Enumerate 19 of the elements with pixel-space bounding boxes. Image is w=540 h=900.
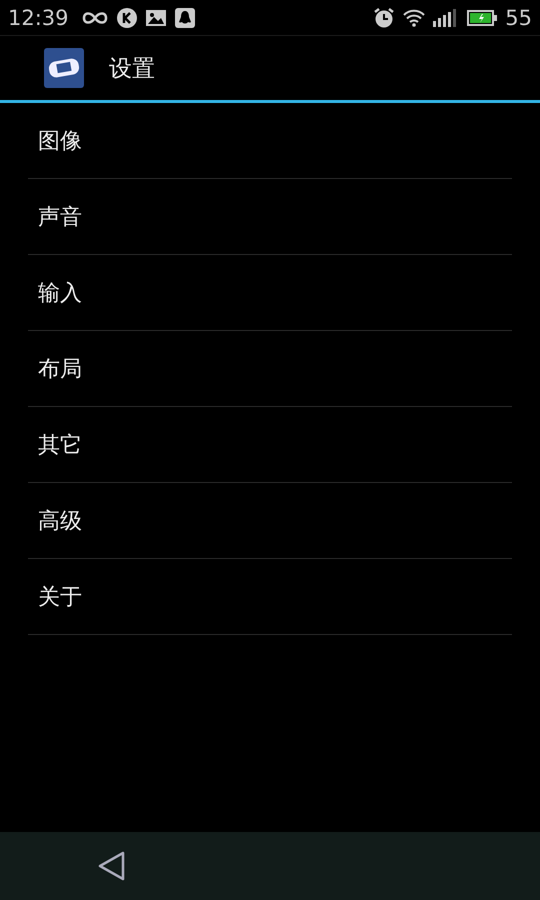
infinity-icon [80,10,109,24]
app-bar-title: 设置 [109,54,155,84]
back-icon[interactable] [98,850,126,882]
image-icon [144,8,167,26]
settings-menu-item[interactable]: 布局 [28,331,512,407]
status-time: 12:39 [8,6,69,30]
game-console-icon[interactable] [44,48,84,88]
settings-menu-item[interactable]: 其它 [28,407,512,483]
settings-menu-item[interactable]: 声音 [28,179,512,255]
battery-percent: 55 [505,6,532,30]
penguin-icon [174,8,195,28]
alarm-clock-icon [373,6,396,28]
k-circle-icon [116,8,137,28]
wifi-icon [403,8,426,26]
settings-menu-item[interactable]: 输入 [28,255,512,331]
settings-menu-item[interactable]: 图像 [28,103,512,179]
settings-menu-item[interactable]: 关于 [28,559,512,635]
battery-icon [467,10,498,26]
settings-menu-item[interactable]: 高级 [28,483,512,559]
